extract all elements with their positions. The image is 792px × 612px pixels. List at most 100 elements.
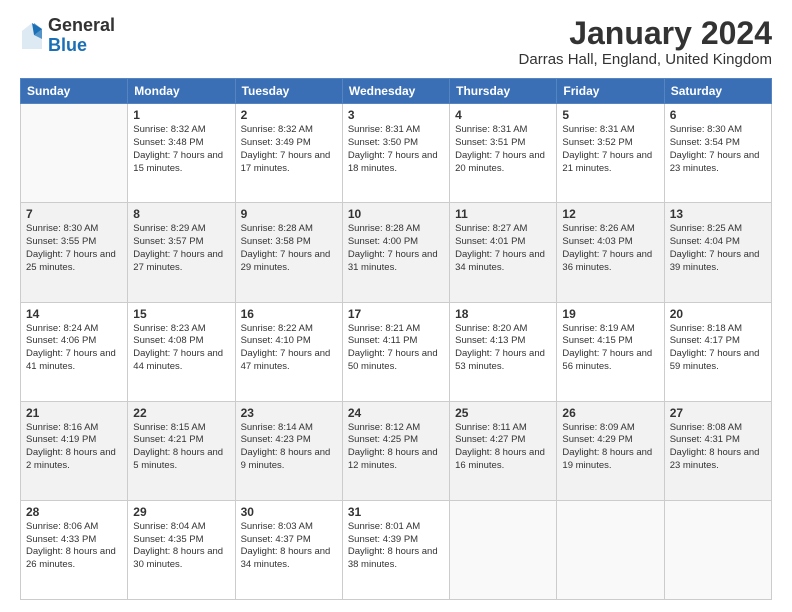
cell-info: Sunrise: 8:08 AMSunset: 4:31 PMDaylight:… [670, 422, 766, 473]
calendar-cell: 30Sunrise: 8:03 AMSunset: 4:37 PMDayligh… [235, 500, 342, 599]
calendar-cell: 8 Sunrise: 8:29 AMSunset: 3:57 PMDaylight… [128, 203, 235, 302]
cell-info: Sunrise: 8:32 AMSunset: 3:49 PMDaylight:… [241, 124, 337, 175]
day-number: 29 [133, 505, 229, 519]
logo-icon [20, 21, 44, 51]
day-number: 28 [26, 505, 122, 519]
calendar-cell: 26 Sunrise: 8:09 AMSunset: 4:29 PMDayligh… [557, 401, 664, 500]
day-number: 12 [562, 207, 658, 221]
day-number: 27 [670, 406, 766, 420]
title-block: January 2024 Darras Hall, England, Unite… [519, 16, 772, 68]
calendar-week-row-1: 1Sunrise: 8:32 AMSunset: 3:48 PMDaylight… [21, 104, 772, 203]
location: Darras Hall, England, United Kingdom [519, 51, 772, 68]
calendar-cell: 18 Sunrise: 8:20 AMSunset: 4:13 PMDayligh… [450, 302, 557, 401]
cell-info: Sunrise: 8:31 AMSunset: 3:52 PMDaylight:… [562, 124, 658, 175]
calendar-cell: 23 Sunrise: 8:14 AMSunset: 4:23 PMDayligh… [235, 401, 342, 500]
day-number: 31 [348, 505, 444, 519]
day-number: 10 [348, 207, 444, 221]
day-number: 6 [670, 108, 766, 122]
calendar-cell: 10Sunrise: 8:28 AMSunset: 4:00 PMDayligh… [342, 203, 449, 302]
cell-info: Sunrise: 8:21 AMSunset: 4:11 PMDaylight:… [348, 323, 444, 374]
calendar-table: SundayMondayTuesdayWednesdayThursdayFrid… [20, 78, 772, 600]
calendar-cell: 3 Sunrise: 8:31 AMSunset: 3:50 PMDaylight… [342, 104, 449, 203]
cell-info: Sunrise: 8:30 AMSunset: 3:54 PMDaylight:… [670, 124, 766, 175]
calendar-cell: 2 Sunrise: 8:32 AMSunset: 3:49 PMDaylight… [235, 104, 342, 203]
calendar-cell: 25Sunrise: 8:11 AMSunset: 4:27 PMDayligh… [450, 401, 557, 500]
day-number: 15 [133, 307, 229, 321]
calendar-cell: 4 Sunrise: 8:31 AMSunset: 3:51 PMDaylight… [450, 104, 557, 203]
day-number: 22 [133, 406, 229, 420]
calendar-cell: 13 Sunrise: 8:25 AMSunset: 4:04 PMDayligh… [664, 203, 771, 302]
calendar-cell: 5 Sunrise: 8:31 AMSunset: 3:52 PMDaylight… [557, 104, 664, 203]
cell-info: Sunrise: 8:31 AMSunset: 3:50 PMDaylight:… [348, 124, 444, 175]
header: General Blue January 2024 Darras Hall, E… [20, 16, 772, 68]
cell-info: Sunrise: 8:09 AMSunset: 4:29 PMDaylight:… [562, 422, 658, 473]
cell-info: Sunrise: 8:22 AMSunset: 4:10 PMDaylight:… [241, 323, 337, 374]
day-number: 30 [241, 505, 337, 519]
day-number: 23 [241, 406, 337, 420]
cell-info: Sunrise: 8:29 AMSunset: 3:57 PMDaylight:… [133, 223, 229, 274]
logo-text: General Blue [48, 16, 115, 56]
weekday-header-friday: Friday [557, 79, 664, 104]
cell-info: Sunrise: 8:15 AMSunset: 4:21 PMDaylight:… [133, 422, 229, 473]
logo-blue: Blue [48, 36, 115, 56]
cell-info: Sunrise: 8:31 AMSunset: 3:51 PMDaylight:… [455, 124, 551, 175]
day-number: 16 [241, 307, 337, 321]
cell-info: Sunrise: 8:28 AMSunset: 3:58 PMDaylight:… [241, 223, 337, 274]
day-number: 7 [26, 207, 122, 221]
calendar-week-row-4: 21 Sunrise: 8:16 AMSunset: 4:19 PMDayligh… [21, 401, 772, 500]
calendar-cell: 12Sunrise: 8:26 AMSunset: 4:03 PMDayligh… [557, 203, 664, 302]
cell-info: Sunrise: 8:23 AMSunset: 4:08 PMDaylight:… [133, 323, 229, 374]
cell-info: Sunrise: 8:24 AMSunset: 4:06 PMDaylight:… [26, 323, 122, 374]
day-number: 19 [562, 307, 658, 321]
calendar-cell [450, 500, 557, 599]
day-number: 8 [133, 207, 229, 221]
calendar-cell: 20Sunrise: 8:18 AMSunset: 4:17 PMDayligh… [664, 302, 771, 401]
cell-info: Sunrise: 8:20 AMSunset: 4:13 PMDaylight:… [455, 323, 551, 374]
cell-info: Sunrise: 8:16 AMSunset: 4:19 PMDaylight:… [26, 422, 122, 473]
calendar-cell: 21 Sunrise: 8:16 AMSunset: 4:19 PMDayligh… [21, 401, 128, 500]
calendar-cell [21, 104, 128, 203]
calendar-cell: 16 Sunrise: 8:22 AMSunset: 4:10 PMDayligh… [235, 302, 342, 401]
page: General Blue January 2024 Darras Hall, E… [0, 0, 792, 612]
calendar-header-row: SundayMondayTuesdayWednesdayThursdayFrid… [21, 79, 772, 104]
day-number: 21 [26, 406, 122, 420]
cell-info: Sunrise: 8:01 AMSunset: 4:39 PMDaylight:… [348, 521, 444, 572]
calendar-cell: 14 Sunrise: 8:24 AMSunset: 4:06 PMDayligh… [21, 302, 128, 401]
calendar-cell: 24Sunrise: 8:12 AMSunset: 4:25 PMDayligh… [342, 401, 449, 500]
weekday-header-saturday: Saturday [664, 79, 771, 104]
weekday-header-sunday: Sunday [21, 79, 128, 104]
calendar-cell: 7 Sunrise: 8:30 AMSunset: 3:55 PMDaylight… [21, 203, 128, 302]
calendar-cell: 28 Sunrise: 8:06 AMSunset: 4:33 PMDayligh… [21, 500, 128, 599]
calendar-week-row-3: 14 Sunrise: 8:24 AMSunset: 4:06 PMDayligh… [21, 302, 772, 401]
calendar-cell: 31 Sunrise: 8:01 AMSunset: 4:39 PMDayligh… [342, 500, 449, 599]
day-number: 1 [133, 108, 229, 122]
cell-info: Sunrise: 8:27 AMSunset: 4:01 PMDaylight:… [455, 223, 551, 274]
month-title: January 2024 [519, 16, 772, 51]
cell-info: Sunrise: 8:18 AMSunset: 4:17 PMDaylight:… [670, 323, 766, 374]
day-number: 5 [562, 108, 658, 122]
day-number: 11 [455, 207, 551, 221]
logo-general: General [48, 16, 115, 36]
calendar-cell: 29Sunrise: 8:04 AMSunset: 4:35 PMDayligh… [128, 500, 235, 599]
day-number: 26 [562, 406, 658, 420]
cell-info: Sunrise: 8:14 AMSunset: 4:23 PMDaylight:… [241, 422, 337, 473]
day-number: 18 [455, 307, 551, 321]
cell-info: Sunrise: 8:25 AMSunset: 4:04 PMDaylight:… [670, 223, 766, 274]
calendar-cell: 19Sunrise: 8:19 AMSunset: 4:15 PMDayligh… [557, 302, 664, 401]
calendar-cell: 6 Sunrise: 8:30 AMSunset: 3:54 PMDaylight… [664, 104, 771, 203]
day-number: 3 [348, 108, 444, 122]
calendar-cell: 15 Sunrise: 8:23 AMSunset: 4:08 PMDayligh… [128, 302, 235, 401]
day-number: 4 [455, 108, 551, 122]
day-number: 14 [26, 307, 122, 321]
calendar-cell: 1Sunrise: 8:32 AMSunset: 3:48 PMDaylight… [128, 104, 235, 203]
day-number: 2 [241, 108, 337, 122]
cell-info: Sunrise: 8:06 AMSunset: 4:33 PMDaylight:… [26, 521, 122, 572]
day-number: 17 [348, 307, 444, 321]
calendar-week-row-5: 28 Sunrise: 8:06 AMSunset: 4:33 PMDayligh… [21, 500, 772, 599]
weekday-header-tuesday: Tuesday [235, 79, 342, 104]
cell-info: Sunrise: 8:30 AMSunset: 3:55 PMDaylight:… [26, 223, 122, 274]
day-number: 9 [241, 207, 337, 221]
day-number: 13 [670, 207, 766, 221]
calendar-week-row-2: 7 Sunrise: 8:30 AMSunset: 3:55 PMDaylight… [21, 203, 772, 302]
cell-info: Sunrise: 8:11 AMSunset: 4:27 PMDaylight:… [455, 422, 551, 473]
